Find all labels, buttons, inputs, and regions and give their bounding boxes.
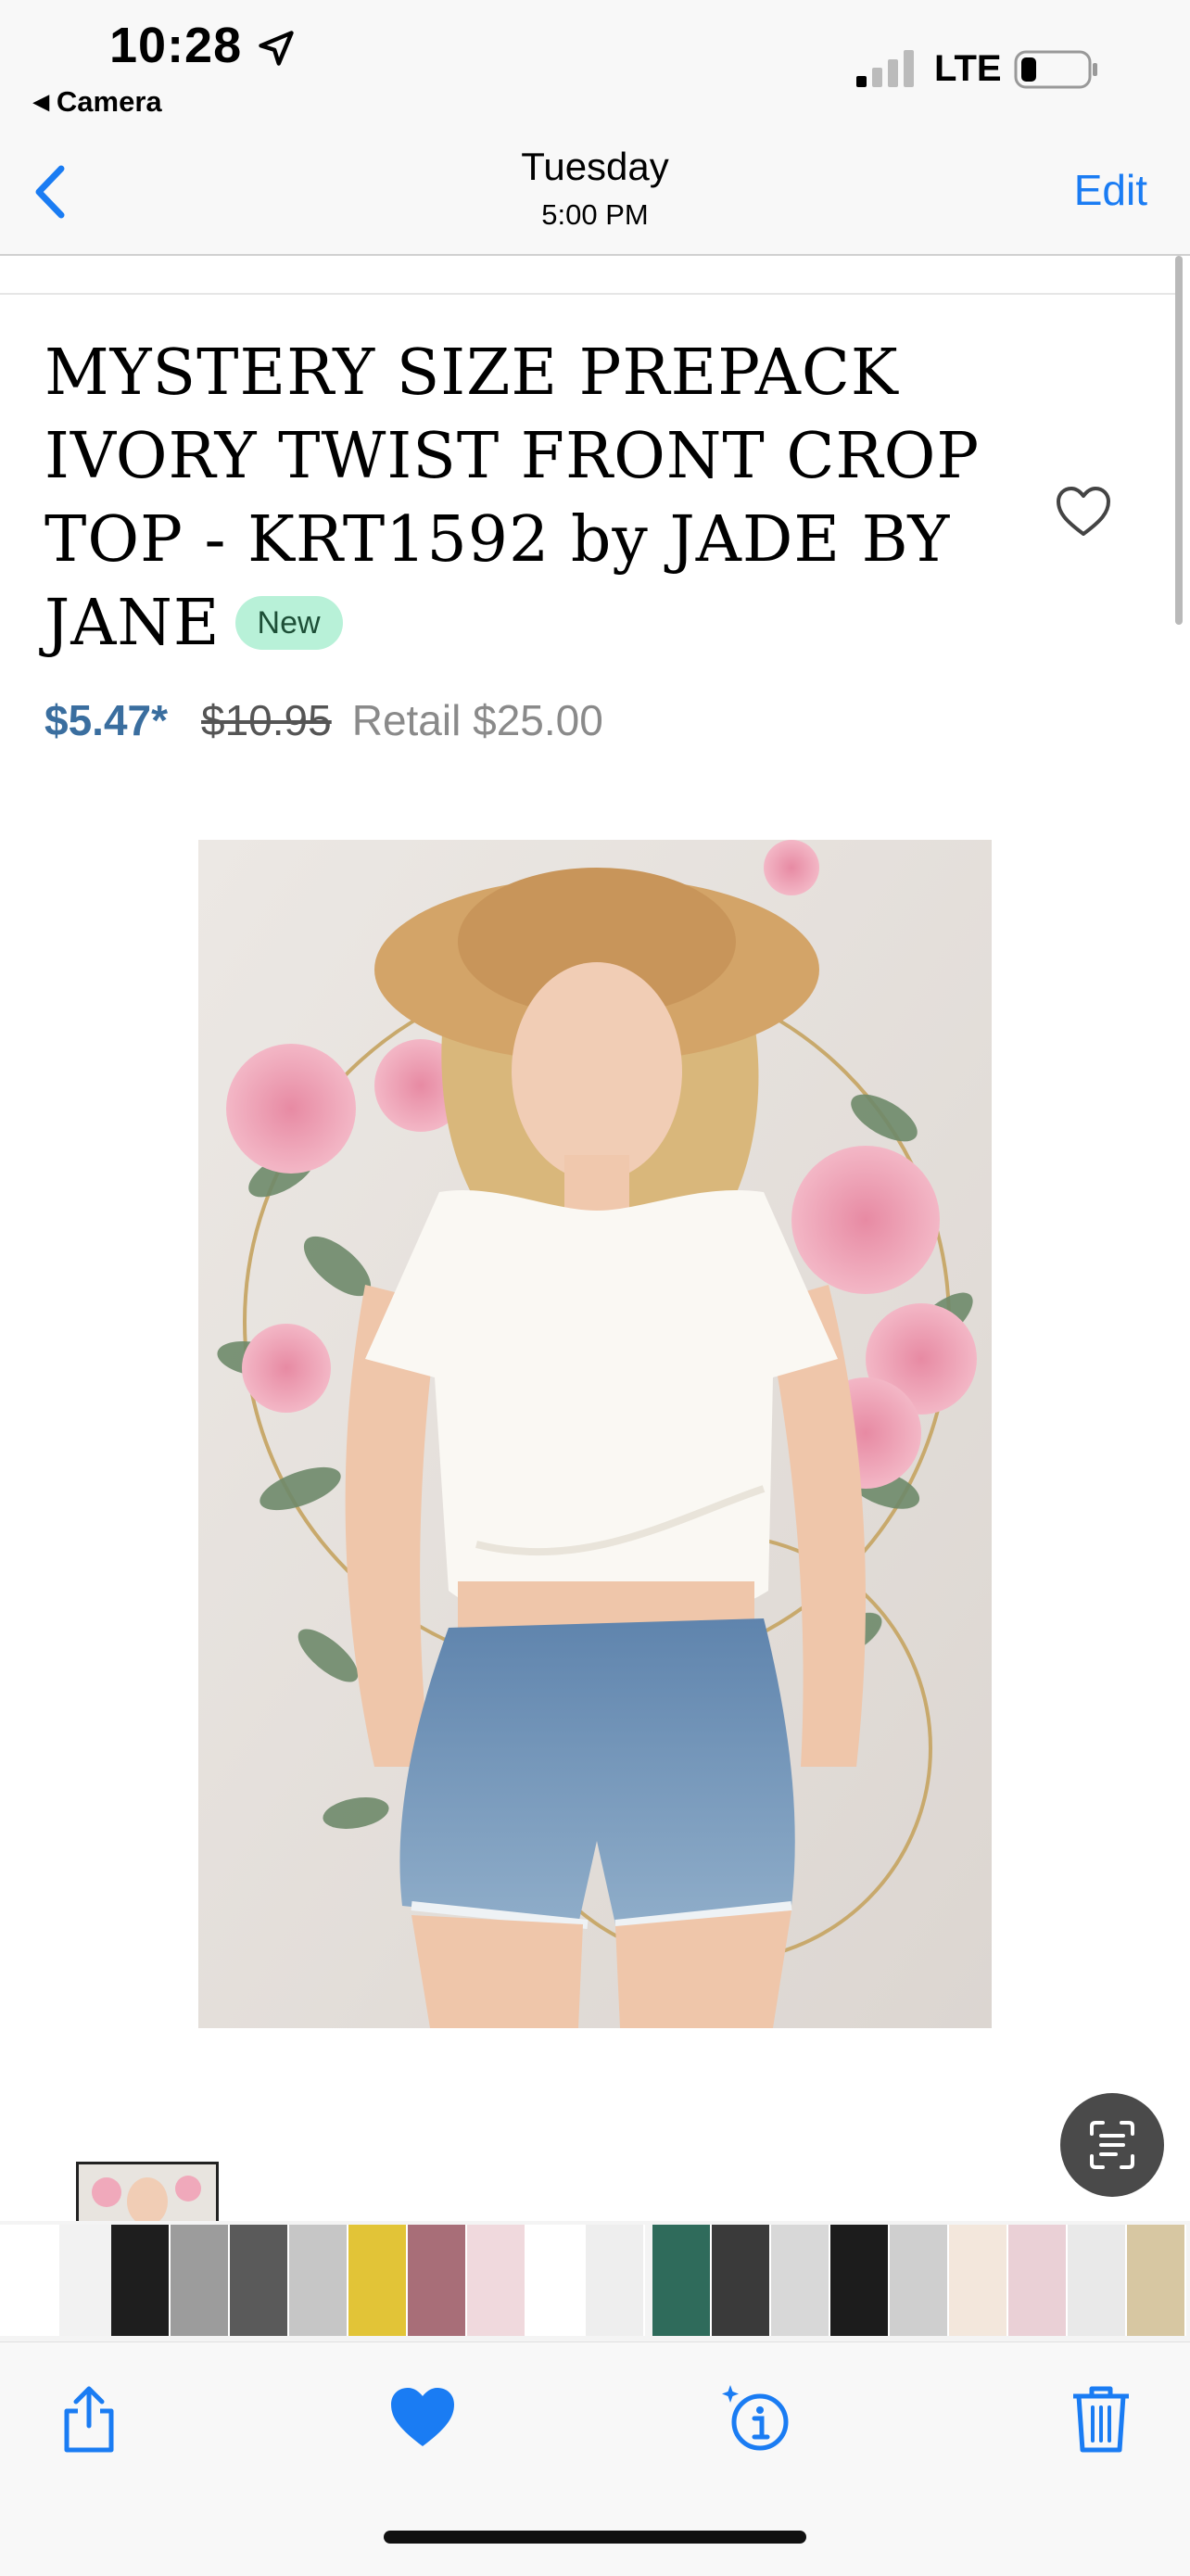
live-text-button[interactable] <box>1060 2093 1164 2197</box>
location-arrow-icon <box>259 31 294 66</box>
thumbnail[interactable] <box>467 2225 526 2336</box>
battery-icon <box>1014 50 1097 89</box>
carrier-label: LTE <box>934 48 1002 89</box>
live-text-icon <box>1090 2121 1134 2169</box>
status-bar: 10:28 ◀ Camera LTE <box>0 0 1190 130</box>
thumbnail[interactable] <box>526 2225 586 2336</box>
back-to-app-link[interactable]: ◀ Camera <box>33 85 162 119</box>
home-indicator[interactable] <box>384 2531 806 2544</box>
thumbnail[interactable] <box>348 2225 408 2336</box>
current-thumbnail-image <box>79 2164 216 2227</box>
thumbnail[interactable] <box>1008 2225 1068 2336</box>
thumbnail[interactable] <box>59 2225 119 2336</box>
thumbnail[interactable] <box>230 2225 289 2336</box>
thumbnail[interactable] <box>0 2225 59 2336</box>
thumbnail-strip[interactable] <box>0 2221 1190 2341</box>
thumbnail[interactable] <box>830 2225 890 2336</box>
thumbnail[interactable] <box>111 2225 171 2336</box>
retail-price: Retail $25.00 <box>351 696 603 744</box>
edit-button[interactable]: Edit <box>1074 165 1147 215</box>
product-photo <box>198 840 992 2028</box>
favorite-heart-icon[interactable] <box>386 2381 460 2455</box>
thumbnail[interactable] <box>171 2225 230 2336</box>
status-time: 10:28 <box>109 18 243 73</box>
nav-title: Tuesday <box>521 145 669 188</box>
photo-content: MYSTERY SIZE PREPACK IVORY TWIST FRONT C… <box>0 256 1190 2221</box>
sale-price: $5.47* <box>44 696 169 744</box>
original-price: $10.95 <box>201 696 332 744</box>
back-triangle-icon: ◀ <box>33 90 49 113</box>
thumbnail[interactable] <box>771 2225 830 2336</box>
new-badge: New <box>234 595 343 650</box>
signal-bars-icon <box>856 50 914 87</box>
thumbnail[interactable] <box>1068 2225 1127 2336</box>
current-thumbnail[interactable] <box>76 2162 219 2227</box>
info-sparkle-icon[interactable] <box>719 2381 793 2455</box>
thumbnail[interactable] <box>712 2225 771 2336</box>
back-app-label: Camera <box>56 85 162 118</box>
thumbnail[interactable] <box>890 2225 949 2336</box>
share-icon[interactable] <box>52 2381 126 2455</box>
heart-outline-icon[interactable] <box>1055 486 1112 538</box>
scrollbar[interactable] <box>1175 256 1183 625</box>
navigation-bar: Tuesday 5:00 PM Edit <box>0 130 1190 256</box>
thumbnail[interactable] <box>408 2225 467 2336</box>
divider <box>0 293 1175 295</box>
thumbnail[interactable] <box>289 2225 348 2336</box>
thumbnail[interactable] <box>949 2225 1008 2336</box>
trash-icon[interactable] <box>1064 2381 1138 2455</box>
product-title-text: MYSTERY SIZE PREPACK IVORY TWIST FRONT C… <box>44 336 981 660</box>
thumbnail[interactable] <box>652 2225 712 2336</box>
price-row: $5.47* $10.95 Retail $25.00 <box>44 695 603 745</box>
product-title: MYSTERY SIZE PREPACK IVORY TWIST FRONT C… <box>44 332 1018 666</box>
thumbnail[interactable] <box>586 2225 645 2336</box>
nav-subtitle: 5:00 PM <box>541 198 649 231</box>
thumbnail[interactable] <box>1127 2225 1186 2336</box>
